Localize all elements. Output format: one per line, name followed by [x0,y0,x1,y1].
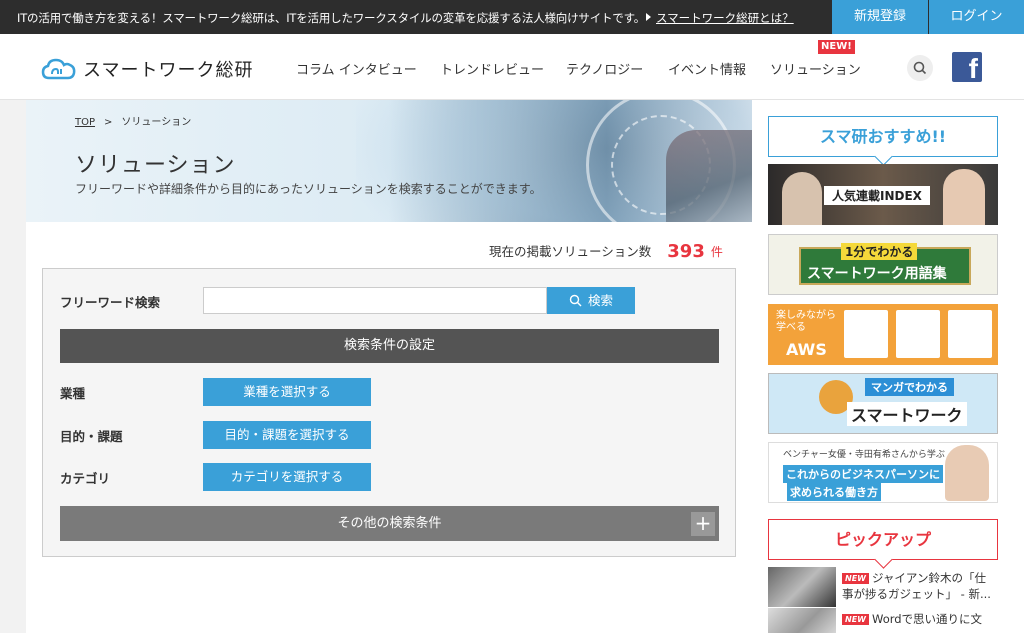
login-button[interactable]: ログイン [929,0,1024,34]
site-tagline: ITの活用で働き方を変える！スマートワーク総研は、ITを活用したワークスタイルの… [17,11,646,25]
other-conditions-toggle[interactable]: その他の検索条件 + [60,506,719,541]
person-image [943,169,985,225]
breadcrumb: TOP > ソリューション [75,117,192,128]
article-thumbnail [768,567,836,607]
select-industry-button[interactable]: 業種を選択する [203,378,371,406]
banner-manga[interactable]: マンガでわかる スマートワーク [768,373,998,434]
purpose-label: 目的・課題 [60,429,123,444]
keyword-input[interactable] [203,287,547,314]
category-label: カテゴリ [60,471,111,486]
banner-venture-actress[interactable]: ベンチャー女優・寺田有希さんから学ぶ これからのビジネスパーソンに 求められる働… [768,442,998,503]
person-image [782,172,822,225]
about-link[interactable]: スマートワーク総研とは？ [646,10,794,26]
hero-banner: TOP > ソリューション ソリューション フリーワードや詳細条件から目的にあったソ… [26,100,752,222]
pickup-title[interactable]: ジャイアン鈴木の「仕 [872,571,998,586]
nav-solution[interactable]: ソリューション [770,59,861,78]
search-icon [913,61,927,75]
new-badge: NEW [842,573,869,584]
hero-image [666,130,752,222]
select-purpose-button[interactable]: 目的・課題を選択する [203,421,371,449]
solution-count: 現在の掲載ソリューション数 393 件 [489,241,723,262]
site-logo[interactable]: スマートワーク総研 [41,56,253,82]
banner-glossary[interactable]: 1分でわかる スマートワーク用語集 [768,234,998,295]
cloud-logo-icon [41,58,76,80]
breadcrumb-top-link[interactable]: TOP [75,117,95,128]
search-conditions-header: 検索条件の設定 [60,329,719,363]
article-thumbnail [768,608,836,633]
banner-popular-series[interactable]: 人気連載INDEX [768,164,998,225]
pickup-title[interactable]: Wordで思い通りに文 [872,612,998,627]
solution-count-value: 393 [667,241,705,262]
facebook-icon[interactable]: f [952,52,982,84]
new-badge: NEW! [818,40,855,54]
logo-text: スマートワーク総研 [83,60,254,81]
industry-label: 業種 [60,386,86,401]
arrow-right-icon [646,13,651,21]
search-icon [569,294,582,307]
nav-technology[interactable]: テクノロジー [566,59,643,78]
banner-aws[interactable]: 楽しみながら 学べる AWS [768,304,998,365]
breadcrumb-current: ソリューション [121,117,192,128]
sidebar: スマ研おすすめ!! 人気連載INDEX 1分でわかる スマートワーク用語集 楽し… [752,100,1024,633]
page-description: フリーワードや詳細条件から目的にあったソリューションを検索することができます。 [75,182,542,196]
recommend-heading: スマ研おすすめ!! [768,116,998,157]
page-title: ソリューション [75,153,236,178]
site-header: スマートワーク総研 コラム インタビュー トレンドレビュー テクノロジー イベン… [0,34,1024,100]
pickup-item[interactable]: NEW Wordで思い通りに文 [768,608,998,633]
nav-column-interview[interactable]: コラム インタビュー [296,59,417,78]
person-image [896,310,940,358]
keyword-label: フリーワード検索 [60,295,161,310]
plus-icon[interactable]: + [691,512,715,536]
pickup-item[interactable]: NEW ジャイアン鈴木の「仕 事が捗るガジェット」 - 新... [768,567,998,607]
person-image [945,445,989,501]
header-search-button[interactable] [907,55,933,81]
register-button[interactable]: 新規登録 [832,0,928,34]
search-button[interactable]: 検索 [547,287,635,314]
select-category-button[interactable]: カテゴリを選択する [203,463,371,491]
top-bar: ITの活用で働き方を変える！スマートワーク総研は、ITを活用したワークスタイルの… [0,0,1024,34]
about-link-text[interactable]: スマートワーク総研とは？ [656,11,794,25]
nav-trend-review[interactable]: トレンドレビュー [440,59,544,78]
new-badge: NEW [842,614,869,625]
nav-event-info[interactable]: イベント情報 [668,59,746,78]
person-image [844,310,888,358]
search-panel: フリーワード検索 検索 検索条件の設定 業種 業種を選択する 目的・課題 目的・… [42,268,736,557]
pickup-heading: ピックアップ [768,519,998,560]
person-image [948,310,992,358]
main-content: TOP > ソリューション ソリューション フリーワードや詳細条件から目的にあったソ… [26,100,752,633]
